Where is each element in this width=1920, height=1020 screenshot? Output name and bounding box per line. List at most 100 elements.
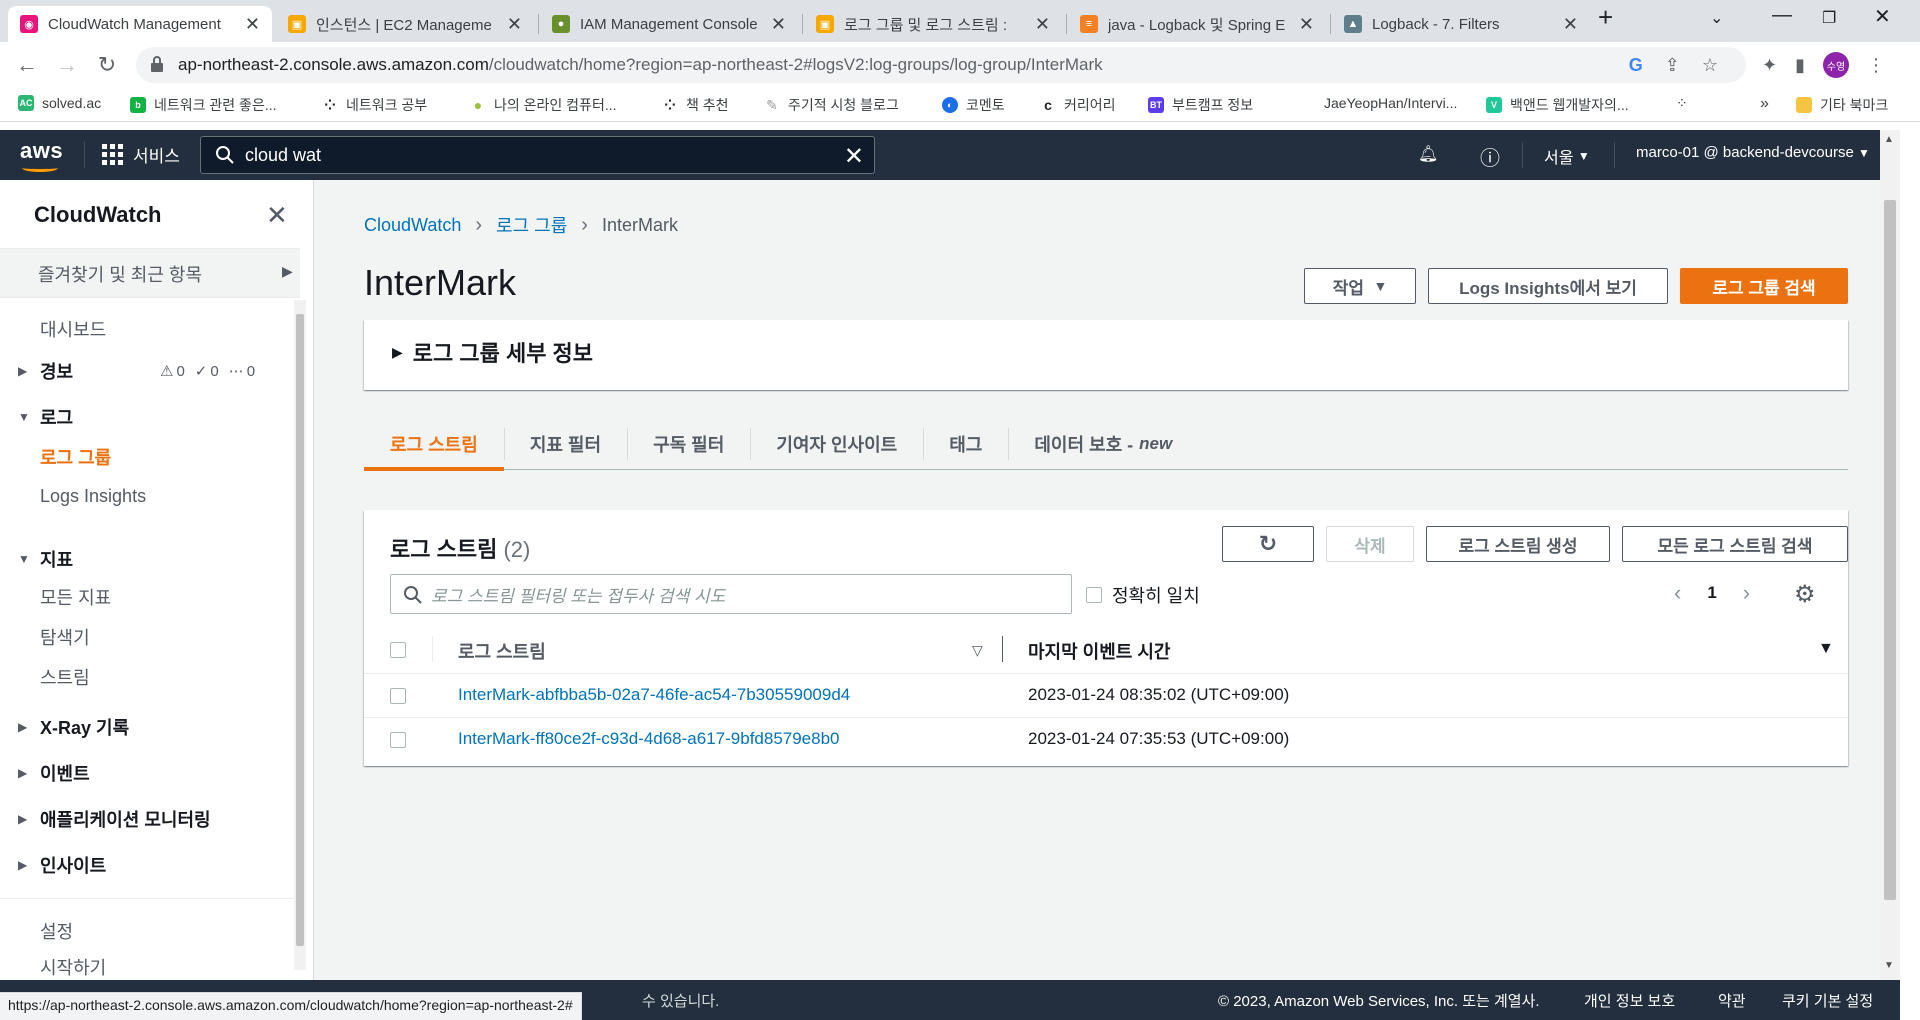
account-menu[interactable]: marco-01 @ backend-devcourse ▼: [1636, 144, 1870, 161]
actions-button[interactable]: 작업 ▼: [1304, 268, 1416, 304]
minimize-icon[interactable]: —: [1772, 4, 1792, 27]
cookie-preferences-link[interactable]: 쿠키 기본 설정: [1782, 990, 1873, 1011]
sidebar-item-settings[interactable]: 설정: [40, 918, 73, 944]
browser-tab-iam[interactable]: ● IAM Management Console ✕: [540, 6, 798, 42]
browser-tab-stackoverflow[interactable]: ≡ java - Logback 및 Spring E ✕: [1068, 6, 1326, 42]
favorites-toggle[interactable]: 즐겨찾기 및 최근 항목 ▶: [0, 248, 300, 298]
view-in-logs-insights-button[interactable]: Logs Insights에서 보기: [1428, 268, 1668, 304]
close-tab-icon[interactable]: ✕: [1035, 14, 1050, 35]
sidebar-item-logs[interactable]: 로그: [40, 404, 73, 430]
bookmark-watch-blog[interactable]: ✎ 주기적 시청 블로그: [764, 95, 899, 115]
share-icon[interactable]: ⇪: [1665, 55, 1680, 76]
caret-right-icon[interactable]: ▶: [18, 720, 27, 734]
terms-link[interactable]: 약관: [1718, 990, 1746, 1011]
search-log-group-button[interactable]: 로그 그룹 검색: [1680, 268, 1848, 304]
sidebar-item-getting-started[interactable]: 시작하기: [40, 954, 106, 980]
chrome-menu-icon[interactable]: ⋮: [1867, 55, 1885, 76]
alarm-count[interactable]: ⚠ 0: [160, 362, 185, 381]
bookmark-solvedac[interactable]: AC solved.ac: [18, 95, 101, 111]
bookmark-backend-dev[interactable]: V 백앤드 웹개발자의...: [1486, 95, 1629, 115]
sidebar-item-xray[interactable]: X-Ray 기록: [40, 714, 129, 740]
sidebar-item-all-metrics[interactable]: 모든 지표: [40, 584, 111, 610]
tab-data-protection[interactable]: 데이터 보호 - new: [1008, 418, 1198, 470]
help-icon[interactable]: ⓘ: [1480, 142, 1500, 171]
row-checkbox[interactable]: [390, 732, 406, 748]
close-tab-icon[interactable]: ✕: [1299, 14, 1314, 35]
log-stream-link[interactable]: InterMark-ff80ce2f-c93d-4d68-a617-9bfd85…: [458, 729, 840, 749]
bookmark-bootcamp[interactable]: BT 부트캠프 정보: [1148, 95, 1253, 115]
window-close-icon[interactable]: ✕: [1874, 4, 1891, 29]
bookmark-network-good[interactable]: b 네트워크 관련 좋은...: [130, 95, 277, 115]
tab-tags[interactable]: 태그: [923, 418, 1008, 470]
create-log-stream-button[interactable]: 로그 스트림 생성: [1426, 526, 1610, 562]
url-input[interactable]: ap-northeast-2.console.aws.amazon.com/cl…: [136, 47, 1746, 83]
sidebar-item-application-monitoring[interactable]: 애플리케이션 모니터링: [40, 806, 211, 832]
sort-descending-icon[interactable]: ▼: [1818, 640, 1834, 658]
previous-page-icon[interactable]: ‹: [1674, 580, 1681, 606]
back-icon[interactable]: ←: [14, 52, 40, 78]
scroll-down-icon[interactable]: ▼: [1884, 960, 1894, 971]
forward-icon[interactable]: →: [54, 52, 80, 78]
browser-tab-cloudwatch[interactable]: ◉ CloudWatch Management ✕: [8, 6, 272, 42]
caret-down-icon[interactable]: ▼: [18, 410, 30, 424]
select-all-checkbox[interactable]: [390, 642, 406, 658]
sidebar-item-dashboard[interactable]: 대시보드: [40, 316, 106, 342]
log-group-details-toggle[interactable]: ▶ 로그 그룹 세부 정보: [392, 336, 593, 368]
sidebar-item-metrics[interactable]: 지표: [40, 546, 73, 572]
scroll-up-icon[interactable]: ▲: [1884, 134, 1894, 145]
caret-right-icon[interactable]: ▶: [18, 858, 27, 872]
sidebar-item-streams[interactable]: 스트림: [40, 664, 90, 690]
sort-icon[interactable]: ▽: [972, 642, 983, 659]
sidebar-item-log-groups[interactable]: 로그 그룹: [40, 444, 111, 470]
notifications-bell-icon[interactable]: 🔔︎: [1418, 144, 1438, 164]
bookmark-star-icon[interactable]: ☆: [1702, 55, 1718, 76]
breadcrumb-log-groups[interactable]: 로그 그룹: [496, 212, 567, 238]
refresh-button[interactable]: ↻: [1222, 526, 1314, 562]
sidebar-item-explorer[interactable]: 탐색기: [40, 624, 90, 650]
sidebar-item-alarms[interactable]: 경보: [40, 358, 73, 384]
insufficient-count[interactable]: ⋯ 0: [229, 362, 255, 381]
restore-icon[interactable]: ❐: [1822, 8, 1836, 28]
sidebar-item-logs-insights[interactable]: Logs Insights: [40, 486, 146, 507]
browser-tab-logback-filters[interactable]: ▲ Logback - 7. Filters ✕: [1332, 6, 1590, 42]
checkbox[interactable]: [1086, 587, 1102, 603]
aws-logo[interactable]: aws: [20, 138, 63, 164]
close-tab-icon[interactable]: ✕: [507, 14, 522, 35]
row-checkbox[interactable]: [390, 688, 406, 704]
current-page[interactable]: 1: [1707, 583, 1716, 603]
tab-log-streams[interactable]: 로그 스트림: [364, 418, 504, 471]
aws-search-input[interactable]: cloud wat ✕: [200, 136, 875, 174]
caret-right-icon[interactable]: ▶: [18, 364, 27, 378]
bookmark-online-computer[interactable]: ● 나의 온라인 컴퓨터...: [470, 95, 617, 115]
breadcrumb-cloudwatch[interactable]: CloudWatch: [364, 215, 461, 236]
close-tab-icon[interactable]: ✕: [771, 14, 786, 35]
profile-avatar[interactable]: 수영: [1823, 52, 1849, 78]
extensions-icon[interactable]: ✦: [1762, 55, 1777, 76]
delete-button[interactable]: 삭제: [1326, 526, 1414, 562]
tab-metric-filters[interactable]: 지표 필터: [503, 418, 627, 470]
google-lens-icon[interactable]: G: [1629, 55, 1643, 76]
page-scrollbar[interactable]: ▲ ▼: [1880, 130, 1900, 980]
reload-icon[interactable]: ↻: [94, 52, 120, 78]
exact-match-checkbox[interactable]: 정확히 일치: [1086, 582, 1200, 608]
caret-right-icon[interactable]: ▶: [18, 812, 27, 826]
gear-icon[interactable]: ⚙: [1794, 580, 1816, 609]
browser-tab-log-groups[interactable]: ▣ 로그 그룹 및 로그 스트림 : ✕: [804, 6, 1062, 42]
sidebar-item-events[interactable]: 이벤트: [40, 760, 90, 786]
bookmarks-overflow-icon[interactable]: »: [1760, 95, 1769, 113]
column-header-last-event-time[interactable]: 마지막 이벤트 시간: [1028, 638, 1170, 664]
bookmark-interview-repo[interactable]: JaeYeopHan/Intervi...: [1300, 95, 1457, 111]
caret-down-icon[interactable]: ▼: [18, 552, 30, 566]
ok-count[interactable]: ✓ 0: [195, 362, 219, 381]
sidebar-item-insights[interactable]: 인사이트: [40, 852, 106, 878]
close-tab-icon[interactable]: ✕: [245, 14, 260, 35]
close-tab-icon[interactable]: ✕: [1563, 14, 1578, 35]
clear-search-icon[interactable]: ✕: [844, 142, 864, 171]
bookmark-careerly[interactable]: c 커리어리: [1040, 95, 1115, 115]
log-stream-filter-input[interactable]: 로그 스트림 필터링 또는 접두사 검색 시도: [390, 574, 1072, 614]
bookmark-other[interactable]: 기타 북마크: [1796, 95, 1888, 115]
side-panel-icon[interactable]: ▮: [1795, 55, 1805, 76]
services-menu-button[interactable]: 서비스: [102, 142, 180, 167]
search-all-log-streams-button[interactable]: 모든 로그 스트림 검색: [1622, 526, 1848, 562]
column-header-log-stream[interactable]: 로그 스트림: [458, 638, 546, 664]
